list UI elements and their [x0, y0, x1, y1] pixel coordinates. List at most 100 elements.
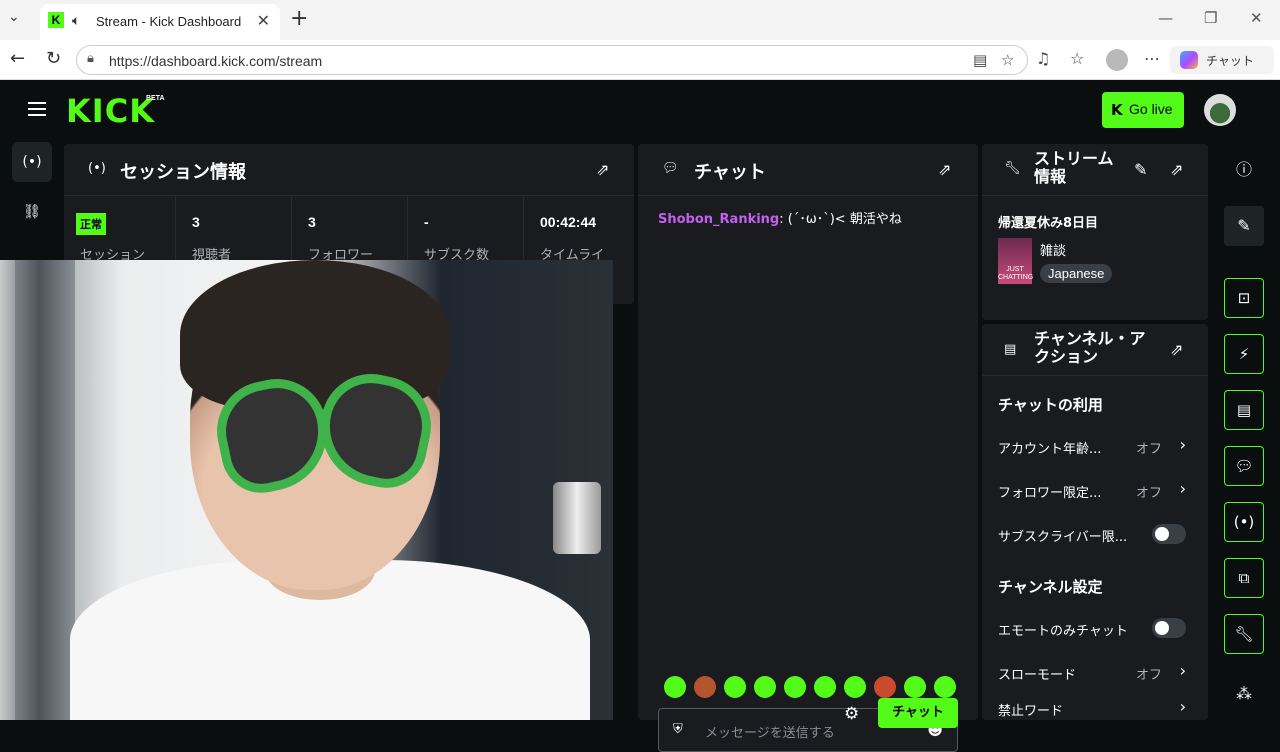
- emote-icon[interactable]: [694, 676, 716, 698]
- restore-icon[interactable]: ❐: [1204, 9, 1217, 27]
- chat-send-button[interactable]: チャット: [878, 698, 958, 728]
- media-icon[interactable]: ♫: [1036, 49, 1050, 68]
- browser-profile-avatar[interactable]: [1106, 49, 1128, 71]
- stat-subscriptions: - サブスク数: [408, 196, 524, 266]
- stat-timeline: 00:42:44 タイムライ: [524, 196, 634, 266]
- url-text: https://dashboard.kick.com/stream: [109, 53, 323, 69]
- actions-icon: ▤: [1004, 342, 1017, 357]
- stream-nav-icon[interactable]: (•): [12, 142, 52, 182]
- new-tab-icon[interactable]: +: [290, 6, 308, 31]
- category-name: 雑談: [1040, 244, 1067, 259]
- chat-icon[interactable]: 💬︎: [1224, 446, 1264, 486]
- apps-icon[interactable]: ⁂: [1224, 674, 1264, 714]
- user-avatar[interactable]: [1204, 94, 1236, 126]
- go-live-label: Go live: [1129, 101, 1173, 117]
- channel-actions-panel: ▤ チャンネル・ア クション ⇗ チャットの利用 アカウント年齢... オフ › …: [982, 324, 1208, 720]
- channel-settings-section-title: チャンネル設定: [998, 578, 1103, 596]
- go-live-button[interactable]: K Go live: [1102, 92, 1184, 128]
- chat-header: 💬︎ チャット ⇗: [638, 144, 978, 196]
- chat-panel: 💬︎ チャット ⇗ Shobon_Ranking: (´･ω･`)< 朝活やね …: [638, 144, 978, 752]
- browser-tabbar: ⌄ K 🔈︎ Stream - Kick Dashboard ✕ + — ❐ ✕: [0, 0, 1280, 40]
- chevron-right-icon: ›: [1179, 435, 1186, 454]
- broadcast-icon[interactable]: (•): [1224, 502, 1264, 542]
- shield-icon[interactable]: ⛨: [673, 722, 683, 737]
- more-icon[interactable]: ⋯: [1144, 49, 1160, 68]
- tab-title: Stream - Kick Dashboard: [96, 14, 242, 29]
- popout-icon[interactable]: ⇗: [938, 160, 951, 179]
- stat-value: 3: [192, 214, 200, 230]
- emote-only-row: エモートのみチャット: [998, 616, 1190, 640]
- favorite-star-icon[interactable]: ☆: [1001, 51, 1014, 69]
- kick-favicon-icon: K: [48, 12, 64, 28]
- reload-icon[interactable]: ↻: [46, 48, 61, 69]
- status-badge: 正常: [76, 213, 106, 235]
- emote-icon[interactable]: [814, 676, 836, 698]
- notes-icon[interactable]: ▤: [1224, 390, 1264, 430]
- browser-tab[interactable]: K 🔈︎ Stream - Kick Dashboard ✕: [40, 4, 280, 40]
- emote-icon[interactable]: [904, 676, 926, 698]
- account-age-row[interactable]: アカウント年齢... オフ ›: [998, 434, 1190, 458]
- reader-mode-icon[interactable]: ▤: [973, 51, 987, 69]
- beta-label: BETA: [146, 95, 165, 102]
- webcam-overlay: [0, 260, 613, 720]
- copilot-icon: [1180, 51, 1198, 69]
- popout-icon[interactable]: ⇗: [596, 160, 609, 179]
- emote-only-toggle[interactable]: [1152, 618, 1186, 638]
- chevron-right-icon: ›: [1179, 479, 1186, 498]
- url-field[interactable]: 🔒︎ https://dashboard.kick.com/stream ▤ ☆: [76, 45, 1028, 75]
- popout-icon[interactable]: ⇗: [1170, 160, 1183, 179]
- banned-words-row[interactable]: 禁止ワード ›: [998, 696, 1190, 720]
- channel-actions-header: ▤ チャンネル・ア クション ⇗: [982, 324, 1208, 376]
- channel-actions-title: チャンネル・ア クション: [1034, 329, 1146, 366]
- close-tab-icon[interactable]: ✕: [257, 11, 270, 30]
- cup-graphic: [553, 482, 601, 554]
- stream-info-panel: 🔧︎ ストリーム 情報 ✎ ⇗ 帰還夏休み8日目 JUST CHATTING 雑談…: [982, 144, 1208, 320]
- emote-icon[interactable]: [934, 676, 956, 698]
- chat-title: チャット: [694, 162, 766, 183]
- tab-list-icon[interactable]: ⌄: [8, 9, 20, 25]
- layout-icon[interactable]: ⧉: [1224, 558, 1264, 598]
- kick-logo[interactable]: KICK: [66, 92, 155, 130]
- lock-icon[interactable]: 🔒︎: [87, 51, 94, 66]
- chat-input-placeholder: メッセージを送信する: [705, 726, 835, 741]
- stat-viewers: 3 視聴者: [176, 196, 292, 266]
- category-thumbnail: JUST CHATTING: [998, 238, 1033, 284]
- slow-mode-row[interactable]: スローモード オフ ›: [998, 660, 1190, 684]
- speaker-icon[interactable]: 🔈︎: [72, 13, 80, 29]
- back-icon[interactable]: ←: [10, 48, 25, 69]
- kick-k-icon: K: [1111, 101, 1123, 119]
- broadcast-icon: (•): [88, 161, 106, 176]
- followers-only-row[interactable]: フォロワー限定... オフ ›: [998, 478, 1190, 502]
- popout-icon[interactable]: ⇗: [1170, 340, 1183, 359]
- chat-usage-section-title: チャットの利用: [998, 396, 1103, 414]
- favorites-icon[interactable]: ☆: [1070, 49, 1084, 68]
- emote-icon[interactable]: [784, 676, 806, 698]
- chat-username[interactable]: Shobon_Ranking: [658, 212, 779, 227]
- emote-icon[interactable]: [874, 676, 896, 698]
- stat-session: 正常 セッション: [64, 196, 176, 266]
- emote-icon[interactable]: [724, 676, 746, 698]
- subscribers-only-toggle[interactable]: [1152, 524, 1186, 544]
- stat-followers: 3 フォロワー: [292, 196, 408, 266]
- chat-settings-gear-icon[interactable]: ⚙: [844, 704, 859, 724]
- edit-pencil-icon[interactable]: ✎: [1134, 160, 1147, 179]
- minimize-icon[interactable]: —: [1158, 9, 1173, 27]
- edit-icon[interactable]: ✎: [1224, 206, 1264, 246]
- link-nav-icon[interactable]: ⛓: [12, 192, 52, 232]
- info-icon[interactable]: ⓘ: [1224, 150, 1264, 190]
- stream-info-title: ストリーム 情報: [1034, 149, 1114, 186]
- emote-icon[interactable]: [754, 676, 776, 698]
- chevron-right-icon: ›: [1179, 697, 1186, 716]
- tools-icon[interactable]: 🔧︎: [1224, 614, 1264, 654]
- chevron-right-icon: ›: [1179, 661, 1186, 680]
- emote-icon[interactable]: [844, 676, 866, 698]
- address-bar-row: ← ↻ 🔒︎ https://dashboard.kick.com/stream…: [0, 40, 1280, 80]
- close-window-icon[interactable]: ✕: [1250, 9, 1263, 27]
- lightning-icon[interactable]: ⚡︎: [1224, 334, 1264, 374]
- menu-icon[interactable]: [28, 102, 46, 116]
- copilot-button[interactable]: チャット: [1170, 46, 1274, 74]
- language-tag: Japanese: [1040, 264, 1113, 283]
- clip-icon[interactable]: ⊡: [1224, 278, 1264, 318]
- stream-title: 帰還夏休み8日目: [998, 216, 1099, 231]
- emote-icon[interactable]: [664, 676, 686, 698]
